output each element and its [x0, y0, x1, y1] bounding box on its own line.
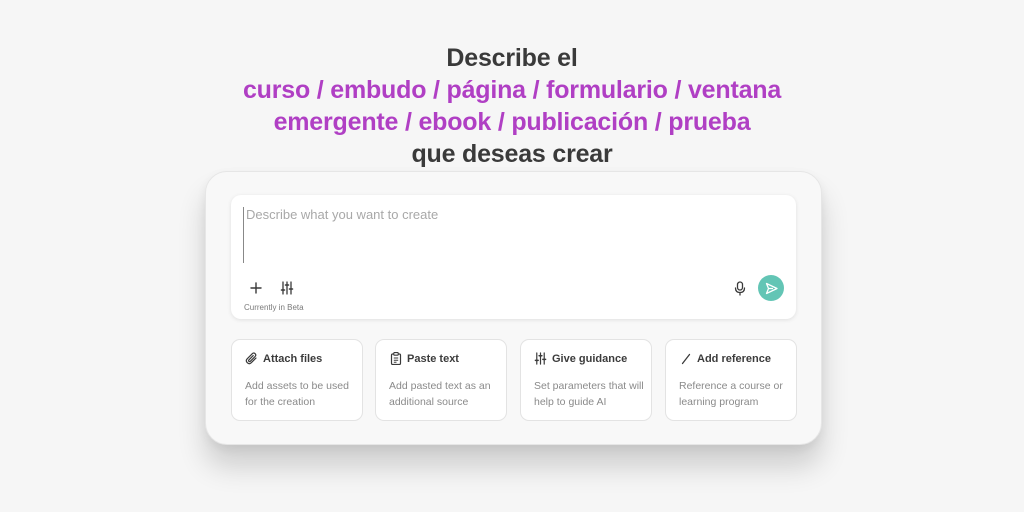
option-description: Add assets to be used for the creation — [245, 380, 349, 408]
page: Describe el curso / embudo / página / fo… — [0, 0, 1024, 512]
beta-label: Currently in Beta — [244, 303, 304, 312]
sliders-icon — [280, 281, 294, 295]
send-icon — [765, 282, 778, 294]
headline-line-2: curso / embudo / página / formulario / v… — [242, 76, 782, 104]
option-description: Add pasted text as an additional source — [389, 380, 491, 408]
option-description: Set parameters that will help to guide A… — [534, 380, 644, 408]
headline-line-1: Describe el — [446, 44, 578, 72]
give-guidance-option[interactable]: Give guidance Set parameters that will h… — [520, 339, 652, 421]
attach-files-option[interactable]: Attach files Add assets to be used for t… — [231, 339, 363, 421]
headline-line-3: emergente / ebook / publicación / prueba — [273, 108, 751, 136]
prompt-input[interactable] — [243, 207, 776, 263]
sliders-icon — [534, 352, 547, 365]
option-title: Paste text — [407, 352, 459, 365]
option-description: Reference a course or learning program — [679, 380, 783, 408]
option-title: Attach files — [263, 352, 323, 365]
paperclip-icon — [245, 352, 258, 365]
microphone-button[interactable] — [730, 278, 750, 298]
plus-icon — [250, 282, 262, 294]
send-button[interactable] — [758, 275, 784, 301]
microphone-icon — [734, 280, 746, 296]
paste-text-option[interactable]: Paste text Add pasted text as an additio… — [375, 339, 507, 421]
option-title: Add reference — [697, 352, 771, 365]
creation-card: Currently in Beta Attach files Add asset… — [205, 171, 822, 445]
slash-icon — [679, 352, 692, 365]
add-button[interactable] — [246, 278, 266, 298]
add-reference-option[interactable]: Add reference Reference a course or lear… — [665, 339, 797, 421]
clipboard-icon — [389, 352, 402, 365]
prompt-box: Currently in Beta — [231, 195, 796, 319]
headline-line-4: que deseas crear — [411, 140, 613, 168]
headline: Describe el curso / embudo / página / fo… — [0, 42, 1024, 170]
settings-button[interactable] — [277, 278, 297, 298]
option-title: Give guidance — [552, 352, 628, 365]
